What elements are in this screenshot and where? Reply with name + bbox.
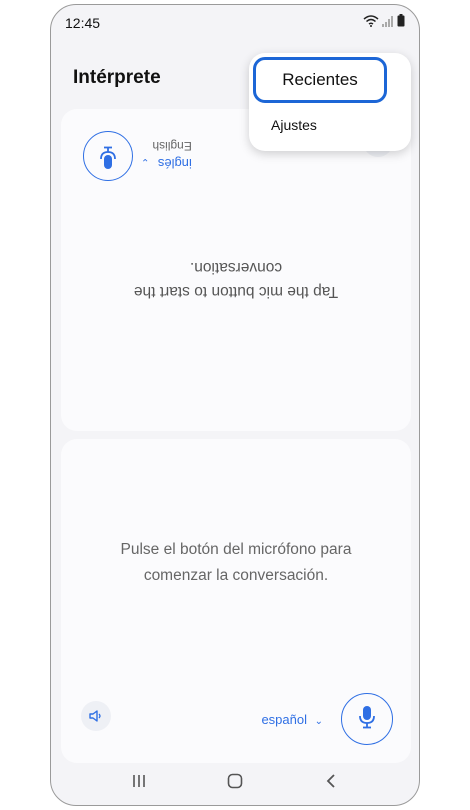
top-language-selector[interactable]: inglés ⌄ English xyxy=(141,139,192,172)
top-language-sub: English xyxy=(152,139,192,153)
menu-item-recientes[interactable]: Recientes xyxy=(253,57,387,103)
phone-frame: 12:45 Intérprete Tap the mic button to s… xyxy=(50,4,420,806)
top-language-label: inglés xyxy=(157,156,192,171)
bottom-mic-button[interactable] xyxy=(341,693,393,745)
overflow-menu: Recientes Ajustes xyxy=(249,53,411,151)
bottom-conversation-panel: Pulse el botón del micrófono para comenz… xyxy=(61,439,411,763)
top-mic-button[interactable] xyxy=(83,131,133,181)
home-nav-icon[interactable] xyxy=(227,773,243,794)
navigation-bar xyxy=(51,761,419,805)
chevron-down-icon: ⌄ xyxy=(141,156,150,167)
microphone-icon xyxy=(99,142,117,171)
status-icons xyxy=(363,14,405,32)
top-prompt-text: Tap the mic button to start the conversa… xyxy=(133,259,339,300)
bottom-language-label: español xyxy=(261,712,307,727)
chevron-down-icon: ⌄ xyxy=(314,716,323,727)
microphone-icon xyxy=(358,705,376,734)
signal-icon xyxy=(382,14,394,32)
bottom-language-selector[interactable]: español ⌄ xyxy=(261,712,323,727)
battery-icon xyxy=(397,14,405,32)
menu-item-ajustes[interactable]: Ajustes xyxy=(271,117,317,133)
status-bar: 12:45 xyxy=(51,5,419,39)
back-nav-icon[interactable] xyxy=(323,773,339,794)
flipped-content: Tap the mic button to start the conversa… xyxy=(61,109,411,431)
recents-nav-icon[interactable] xyxy=(131,773,147,794)
wifi-icon xyxy=(363,14,379,32)
page-title: Intérprete xyxy=(73,67,161,88)
bottom-prompt-text: Pulse el botón del micrófono para comenz… xyxy=(120,541,352,584)
status-time: 12:45 xyxy=(65,15,101,31)
top-conversation-panel: Tap the mic button to start the conversa… xyxy=(61,109,411,431)
speaker-icon[interactable] xyxy=(81,701,111,731)
